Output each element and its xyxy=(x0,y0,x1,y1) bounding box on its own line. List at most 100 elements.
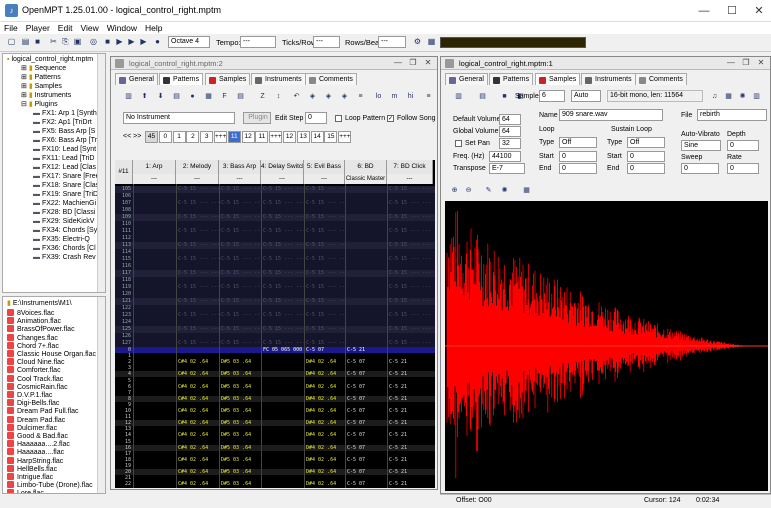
auto-select[interactable]: Auto xyxy=(571,90,601,102)
order-item[interactable]: 45 xyxy=(145,131,158,143)
interpolate-note-icon[interactable]: ◈ xyxy=(339,91,350,102)
tree-plugin-item[interactable]: ▬ FX2: Ap1 [TriDrt xyxy=(33,118,92,127)
tree-scrollbar[interactable] xyxy=(97,54,105,292)
order-item[interactable]: 11 xyxy=(255,131,269,143)
tree-item-patterns[interactable]: ⊞ ▮ Patterns xyxy=(21,73,61,82)
channel-plugin[interactable]: --- xyxy=(219,174,261,184)
pan-input[interactable]: 32 xyxy=(499,138,521,149)
rows-beat-input[interactable]: --- xyxy=(378,36,406,48)
channel-plugin[interactable]: --- xyxy=(304,174,345,184)
tree-plugin-item[interactable]: ▬ FX36: Chords [Cl xyxy=(33,244,96,253)
play-pattern-icon[interactable]: ▶ xyxy=(114,36,125,47)
order-item[interactable]: 15 xyxy=(324,131,338,143)
channel-header[interactable]: 1: Arp xyxy=(133,160,176,174)
edit-step-input[interactable]: 0 xyxy=(305,112,327,124)
order-item[interactable]: 13 xyxy=(296,131,310,143)
vu-meters-icon[interactable]: ▦ xyxy=(203,91,214,102)
grid-view-icon[interactable]: ▦ xyxy=(521,185,532,196)
loop-type-select[interactable]: Off xyxy=(559,137,597,148)
cut-icon[interactable]: ✂ xyxy=(48,36,59,47)
tree-item-plugins[interactable]: ⊟ ▮ Plugins xyxy=(21,100,58,109)
tab-samples[interactable]: Samples xyxy=(535,73,581,85)
zoom-in-icon[interactable]: ⊕ xyxy=(449,185,460,196)
sustain-end-input[interactable]: 0 xyxy=(627,163,665,174)
record-pattern-icon[interactable]: ● xyxy=(187,91,198,102)
set-pan-checkbox[interactable] xyxy=(455,140,462,147)
maximize-button[interactable]: ☐ xyxy=(718,2,746,20)
sweep-input[interactable]: 0 xyxy=(681,163,719,174)
new-file-icon[interactable]: ▢ xyxy=(6,36,17,47)
plugin-button[interactable]: Plugin xyxy=(243,112,271,124)
open-sample-icon[interactable]: ▤ xyxy=(477,91,488,102)
menu-edit[interactable]: Edit xyxy=(54,22,77,34)
tab-general[interactable]: General xyxy=(115,73,158,85)
new-pattern-icon[interactable]: ▥ xyxy=(123,91,134,102)
menu-view[interactable]: View xyxy=(76,22,102,34)
waveform-view[interactable] xyxy=(445,201,768,491)
tab-comments[interactable]: Comments xyxy=(635,73,687,85)
global-volume-input[interactable]: 64 xyxy=(499,126,521,137)
tree-plugin-item[interactable]: ▬ FX17: Snare [Free xyxy=(33,172,100,181)
overflow-paste-icon[interactable]: ≡ xyxy=(355,91,366,102)
pattern-editor[interactable]: #11 1: Arp --- 2: Melody --- 3: Bass Arp --- 4:… xyxy=(115,160,435,488)
copy-icon[interactable]: ⎘ xyxy=(60,36,71,47)
ticks-input[interactable]: --- xyxy=(313,36,340,48)
tree-plugin-item[interactable]: ▬ FX11: Lead [TriD xyxy=(33,154,94,163)
shrink-icon[interactable]: ⬇ xyxy=(155,91,166,102)
grid-icon[interactable]: ▦ xyxy=(723,91,734,102)
zoom-icon[interactable]: Z xyxy=(257,91,268,102)
tab-patterns[interactable]: Patterns xyxy=(159,73,204,85)
open-file-icon[interactable]: ▤ xyxy=(20,36,31,47)
loop-end-input[interactable]: 0 xyxy=(559,163,597,174)
loop-pattern-checkbox[interactable] xyxy=(335,115,342,122)
interpolate-effect-icon[interactable]: ◈ xyxy=(323,91,334,102)
channel-header[interactable]: 2: Melody xyxy=(176,160,219,174)
freq-input[interactable]: 44100 xyxy=(489,151,521,162)
pattern-restore-button[interactable]: ❐ xyxy=(406,58,420,68)
tree-plugin-item[interactable]: ▬ FX18: Snare [Clas xyxy=(33,181,99,190)
channel-header[interactable]: 4: Delay Switch xyxy=(261,160,304,174)
sample-name-input[interactable]: 909 snare.wav xyxy=(559,109,663,121)
order-item[interactable]: 2 xyxy=(186,131,200,143)
tab-instruments[interactable]: Instruments xyxy=(581,73,636,85)
tree-root[interactable]: ▪ logical_control_right.mptm xyxy=(7,55,93,64)
channel-plugin[interactable]: --- xyxy=(387,174,433,184)
order-item[interactable]: +++ xyxy=(214,131,227,143)
expand-icon[interactable]: ⬆ xyxy=(139,91,150,102)
channel-header[interactable]: 6: BD xyxy=(345,160,387,174)
menu-file[interactable]: File xyxy=(0,22,22,34)
undo-icon[interactable]: ↶ xyxy=(291,91,302,102)
sustain-type-select[interactable]: Off xyxy=(627,137,665,148)
piano-icon[interactable]: ▥ xyxy=(751,91,762,102)
channel-plugin[interactable]: --- xyxy=(176,174,219,184)
default-volume-input[interactable]: 64 xyxy=(499,114,521,125)
tree-plugin-item[interactable]: ▬ FX10: Lead [Synt xyxy=(33,145,96,154)
order-item[interactable]: 0 xyxy=(158,131,172,143)
sample-file-input[interactable]: rebirth xyxy=(697,109,767,121)
medium-quality-icon[interactable]: m xyxy=(389,91,400,102)
file-item[interactable]: Lore.flac xyxy=(7,489,44,493)
tree-plugin-item[interactable]: ▬ FX22: MachienGi xyxy=(33,199,96,208)
order-item[interactable]: +++ xyxy=(338,131,352,143)
metronome-icon[interactable]: ▦ xyxy=(426,36,437,47)
transpose-select[interactable]: E-7 xyxy=(489,163,525,174)
channel-plugin[interactable]: --- xyxy=(133,174,176,184)
tree-plugin-item[interactable]: ▬ FX12: Lead [Clas xyxy=(33,163,96,172)
play-icon[interactable]: ▶ xyxy=(126,36,137,47)
play-from-cursor-icon[interactable]: ▶ xyxy=(138,36,149,47)
save-sample-icon[interactable]: ■ xyxy=(499,91,510,102)
midi-icon[interactable]: ◎ xyxy=(88,36,99,47)
sample-minimize-button[interactable]: — xyxy=(724,58,738,68)
transpose-icon[interactable]: ↕ xyxy=(273,91,284,102)
order-item[interactable]: 12 xyxy=(283,131,296,143)
order-item[interactable]: +++ xyxy=(269,131,283,143)
pencil-icon[interactable]: ✎ xyxy=(483,185,494,196)
tree-item-instruments[interactable]: ⊞ ▮ Instruments xyxy=(21,91,71,100)
zoom-out-icon[interactable]: ⊖ xyxy=(463,185,474,196)
tree-plugin-item[interactable]: ▬ FX28: BD [Classi xyxy=(33,208,95,217)
amplify-icon[interactable]: ✺ xyxy=(499,185,510,196)
order-item[interactable]: 11 xyxy=(227,131,241,143)
tree-plugin-item[interactable]: ▬ FX34: Chords [Sy xyxy=(33,226,97,235)
channel-header[interactable]: 5: Evil Bass xyxy=(304,160,345,174)
tree-item-sequence[interactable]: ⊞ ▮ Sequence xyxy=(21,64,66,73)
